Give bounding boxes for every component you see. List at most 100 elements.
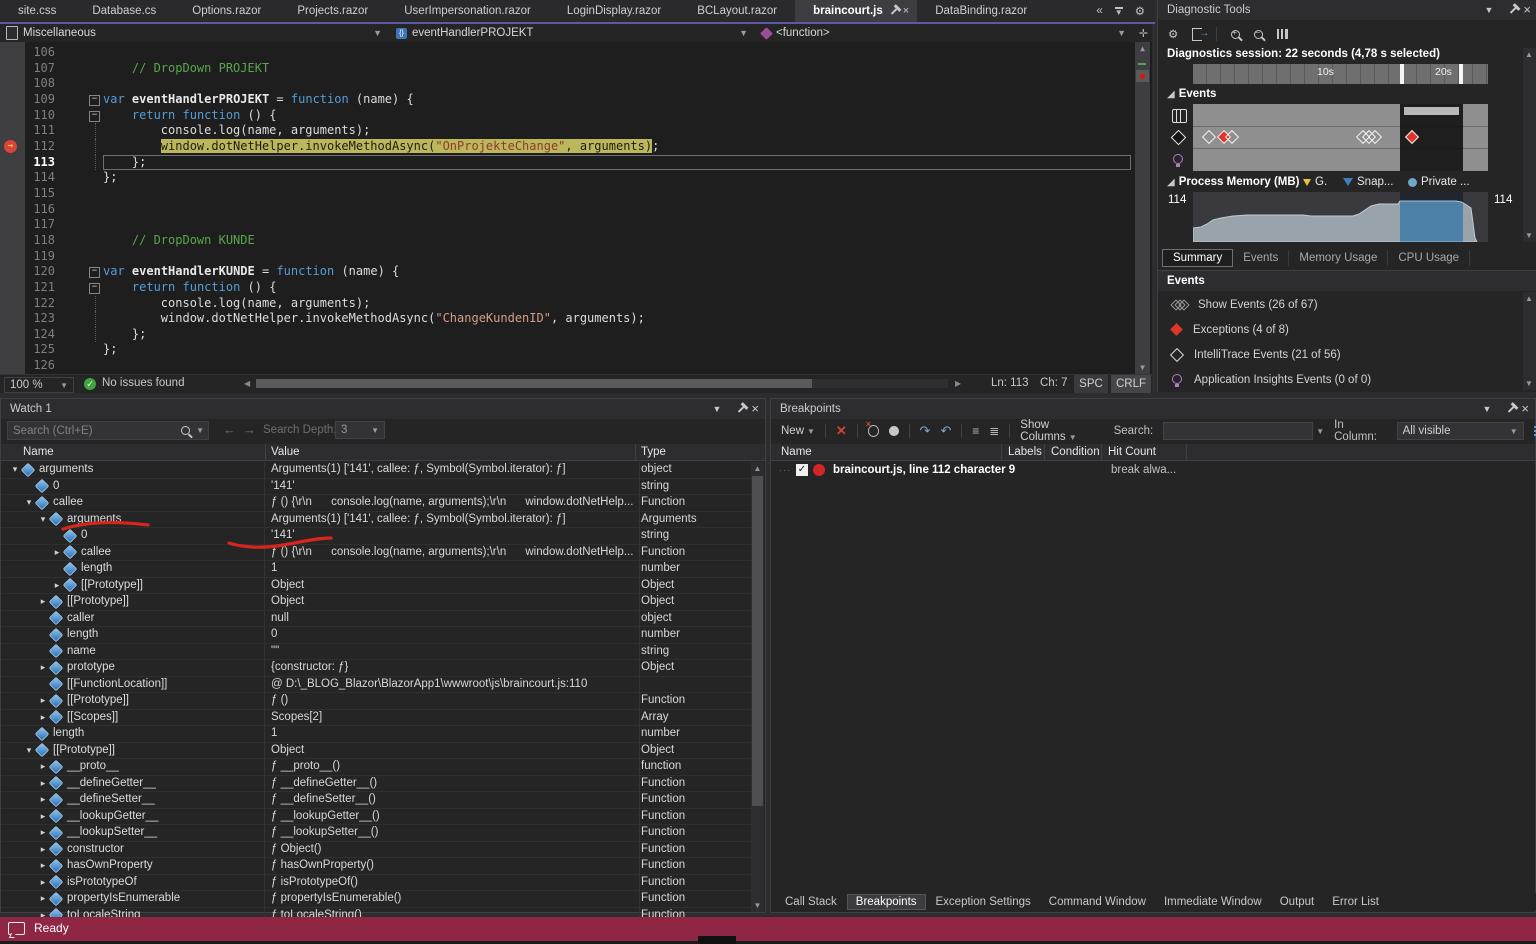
tab-options-gear-icon[interactable]: ⚙: [1135, 4, 1145, 18]
export-icon[interactable]: [1192, 27, 1209, 41]
code-text[interactable]: [103, 217, 1152, 233]
expand-icon[interactable]: ▸: [37, 594, 49, 610]
scroll-up-icon[interactable]: ▲: [1135, 44, 1150, 53]
watch-value-cell[interactable]: ƒ () {\r\n console.log(name, arguments);…: [266, 495, 640, 511]
code-text[interactable]: };: [103, 170, 1152, 186]
watch-row[interactable]: length 0 number: [1, 627, 753, 644]
watch-value-cell[interactable]: @ D:\_BLOG_Blazor\BlazorApp1\wwwroot\js\…: [266, 676, 640, 692]
watch-value-cell[interactable]: ƒ hasOwnProperty(): [266, 858, 640, 874]
watch-value-cell[interactable]: '141': [266, 528, 640, 544]
column-header-name[interactable]: Name: [23, 444, 54, 460]
watch-row[interactable]: ▸ [[Prototype]] Object Object: [1, 594, 753, 611]
watch-row[interactable]: 0 '141' string: [1, 528, 753, 545]
tab-breakpoints[interactable]: Breakpoints: [846, 894, 926, 910]
breakpoint-margin[interactable]: [0, 108, 25, 124]
watch-row[interactable]: 0 '141' string: [1, 478, 753, 495]
timeline-ruler[interactable]: 10s 20s: [1193, 64, 1488, 84]
tab-databinding-razor[interactable]: DataBinding.razor: [917, 0, 1045, 22]
code-editor[interactable]: 106 107 // DropDown PROJEKT 108 109− var eve…: [0, 42, 1152, 374]
code-text[interactable]: console.log(name, arguments);: [103, 123, 1152, 139]
code-text[interactable]: };: [103, 342, 1152, 358]
scrollbar-thumb[interactable]: [1136, 70, 1149, 82]
search-input[interactable]: [8, 424, 182, 437]
event-list-item[interactable]: Application Insights Events (0 of 0): [1158, 367, 1518, 392]
expand-icon[interactable]: ▸: [37, 792, 49, 808]
delete-breakpoint-icon[interactable]: ✕: [836, 423, 847, 439]
watch-value-cell[interactable]: null: [266, 610, 640, 626]
show-columns-dropdown[interactable]: Show Columns ▼: [1020, 419, 1103, 443]
breakpoint-row[interactable]: ··· ✓ braincourt.js, line 112 character …: [771, 462, 1535, 478]
scroll-left-icon[interactable]: ◀: [244, 379, 250, 388]
watch-value-cell[interactable]: Object: [266, 577, 640, 593]
tab-database-cs[interactable]: Database.cs: [74, 0, 174, 22]
in-column-dropdown[interactable]: All visible ▼: [1396, 422, 1524, 440]
breakpoint-margin[interactable]: [0, 76, 25, 92]
reset-view-icon[interactable]: [1277, 29, 1289, 39]
expand-icon[interactable]: ▸: [51, 578, 63, 594]
scroll-up-icon[interactable]: ▲: [1525, 50, 1533, 59]
tab-memory-usage[interactable]: Memory Usage: [1289, 249, 1389, 266]
line-ending-toggle[interactable]: CRLF: [1111, 375, 1151, 393]
watch-value-cell[interactable]: ƒ __defineSetter__(): [266, 792, 640, 808]
watch-row[interactable]: ▸ constructor ƒ Object() Function: [1, 841, 753, 858]
code-text[interactable]: var eventHandlerPROJEKT = function (name…: [103, 92, 1152, 108]
code-text[interactable]: window.dotNetHelper.invokeMethodAsync("O…: [103, 138, 1152, 155]
code-text[interactable]: [103, 186, 1152, 202]
expand-icon[interactable]: ▸: [37, 891, 49, 907]
watch-row[interactable]: ▾ callee ƒ () {\r\n console.log(name, argu…: [1, 495, 753, 512]
watch-row[interactable]: ▾ arguments Arguments(1) ['141', callee: ƒ…: [1, 462, 753, 479]
watch-value-cell[interactable]: Arguments(1) ['141', callee: ƒ, Symbol(S…: [266, 511, 640, 527]
expand-icon[interactable]: ▸: [37, 875, 49, 891]
watch-row[interactable]: ▸ [[Scopes]] Scopes[2] Array: [1, 709, 753, 726]
events-timeline-lanes[interactable]: [1193, 104, 1488, 171]
code-text[interactable]: };: [103, 155, 1131, 171]
fold-collapse-icon[interactable]: −: [89, 267, 100, 279]
tab-braincourt-js[interactable]: braincourt.js ×: [795, 0, 918, 22]
fold-collapse-icon[interactable]: −: [89, 282, 100, 294]
close-icon[interactable]: ×: [1521, 399, 1529, 419]
project-scope-dropdown[interactable]: Miscellaneous ▼: [6, 24, 388, 42]
tab-options-razor[interactable]: Options.razor: [174, 0, 279, 22]
expand-icon[interactable]: ▸: [37, 809, 49, 825]
code-text[interactable]: var eventHandlerKUNDE = function (name) …: [103, 264, 1152, 280]
watch-value-cell[interactable]: Object: [266, 594, 640, 610]
fold-collapse-icon[interactable]: −: [89, 94, 100, 106]
memory-section-header[interactable]: ◢ Process Memory (MB): [1167, 176, 1300, 188]
scroll-down-icon[interactable]: ▼: [1135, 363, 1150, 372]
scroll-down-icon[interactable]: ▼: [751, 901, 764, 910]
breakpoint-margin[interactable]: [0, 61, 25, 77]
breakpoint-margin[interactable]: [0, 296, 25, 312]
collapse-icon[interactable]: ▾: [37, 512, 49, 528]
watch-value-cell[interactable]: ƒ __proto__(): [266, 759, 640, 775]
expand-icon[interactable]: ▸: [37, 710, 49, 726]
watch-row[interactable]: length 1 number: [1, 561, 753, 578]
watch-value-cell[interactable]: "": [266, 643, 640, 659]
watch-row[interactable]: ▾ [[Prototype]] Object Object: [1, 742, 753, 759]
breakpoint-margin[interactable]: [0, 264, 25, 280]
scroll-right-icon[interactable]: ▶: [955, 379, 961, 388]
breakpoint-margin[interactable]: [0, 123, 25, 139]
go-to-disassembly-icon[interactable]: ≣: [989, 424, 999, 438]
split-window-icon[interactable]: ✛: [1139, 27, 1148, 40]
column-header-condition[interactable]: Condition: [1051, 444, 1100, 460]
close-icon[interactable]: ×: [1523, 0, 1531, 20]
scrollbar-thumb[interactable]: [256, 379, 812, 388]
watch-row[interactable]: [[FunctionLocation]] @ D:\_BLOG_Blazor\Bl…: [1, 676, 753, 693]
watch-row[interactable]: length 1 number: [1, 726, 753, 743]
expand-icon[interactable]: ▸: [37, 776, 49, 792]
tab-summary[interactable]: Summary: [1162, 248, 1234, 267]
code-text[interactable]: console.log(name, arguments);: [103, 296, 1152, 312]
tab-site-css[interactable]: site.css: [0, 0, 74, 22]
scroll-down-icon[interactable]: ▼: [1525, 379, 1533, 388]
column-header-hit-count[interactable]: Hit Count: [1108, 444, 1156, 460]
type-scope-dropdown[interactable]: {} eventHandlerPROJEKT ▼: [396, 24, 754, 42]
watch-search-box[interactable]: ▼: [7, 421, 209, 440]
watch-value-cell[interactable]: Arguments(1) ['141', callee: ƒ, Symbol(S…: [266, 462, 640, 478]
watch-value-cell[interactable]: ƒ __lookupGetter__(): [266, 808, 640, 824]
pin-icon[interactable]: [738, 405, 745, 413]
tab-list-overflow-icon[interactable]: «: [1096, 5, 1102, 17]
spaces-toggle[interactable]: SPC: [1074, 375, 1108, 393]
issues-status[interactable]: No issues found: [102, 377, 184, 389]
zoom-level-dropdown[interactable]: 100 % ▼: [4, 377, 74, 393]
watch-row[interactable]: ▸ __lookupGetter__ ƒ __lookupGetter__() Fun…: [1, 808, 753, 825]
